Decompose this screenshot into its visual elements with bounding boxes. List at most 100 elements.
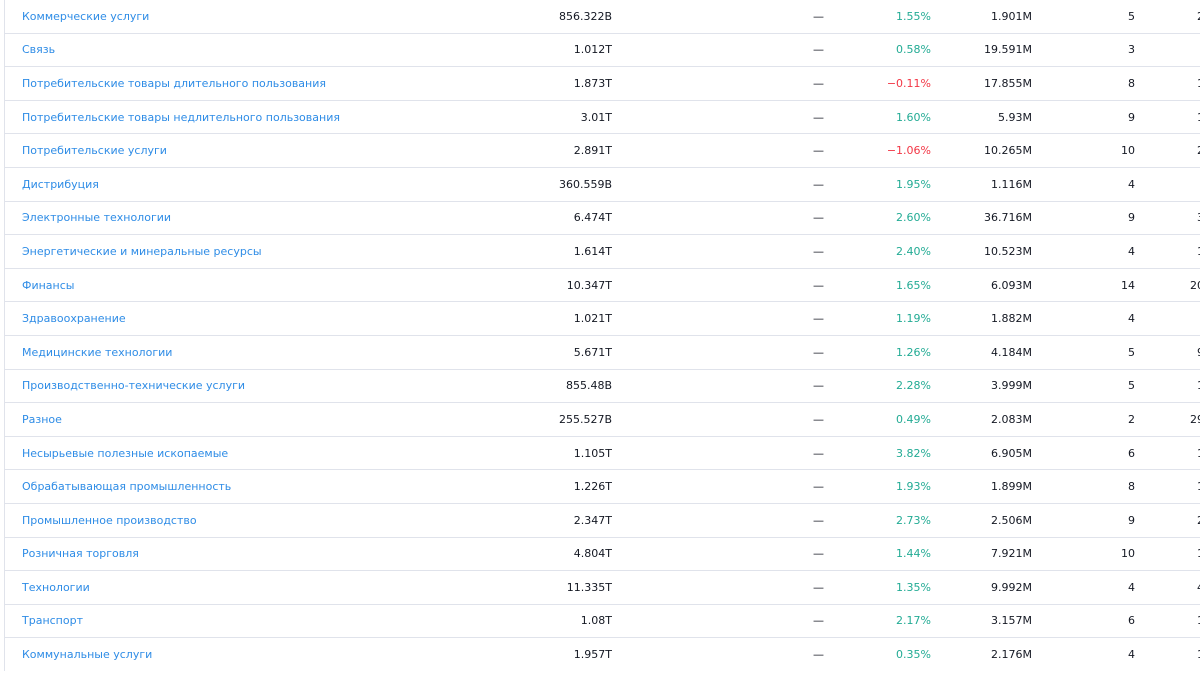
stocks-count-cell: 238 <box>1135 133 1200 168</box>
table-row: Коммерческие услуги 856.322B —1.55% 1.901M 5… <box>4 0 1200 34</box>
stocks-count-cell: 489 <box>1135 570 1200 605</box>
volume-cell: 9.992M <box>931 570 1032 605</box>
volume-cell: 17.855M <box>931 66 1032 101</box>
stocks-count-cell: 56 <box>1135 33 1200 68</box>
dividend-yield-cell: — <box>612 33 824 68</box>
table-row: Дистрибуция 360.559B—1.95%1.116M480 <box>4 167 1200 202</box>
industries-count-cell: 14 <box>1032 268 1135 303</box>
volume-cell: 2.506M <box>931 503 1032 538</box>
sector-name-link[interactable]: Обрабатывающая промышленность <box>22 480 231 493</box>
sector-name-link[interactable]: Потребительские товары длительного польз… <box>22 77 326 90</box>
sector-name-link[interactable]: Потребительские услуги <box>22 144 167 157</box>
sector-name-cell: Связь <box>4 33 542 68</box>
sector-name-cell: Разное <box>4 402 542 437</box>
table-row: Здравоохранение 1.021T—1.19%1.882M485 <box>4 301 1200 336</box>
market-cap-cell: 1.226T <box>542 469 612 504</box>
sector-name-cell: Дистрибуция <box>4 167 542 202</box>
market-cap-cell: 255.527B <box>542 402 612 437</box>
sector-name-cell: Обрабатывающая промышленность <box>4 469 542 504</box>
table-row: Обрабатывающая промышленность 1.226T —1.93… <box>4 469 1200 504</box>
table-row: Промышленное производство 2.347T —2.73% 2.5… <box>4 503 1200 538</box>
stocks-count-cell: 2936 <box>1135 402 1200 437</box>
sector-name-cell: Технологии <box>4 570 542 605</box>
industries-count-cell: 4 <box>1032 234 1135 269</box>
volume-cell: 3.157M <box>931 604 1032 639</box>
market-cap-cell: 4.804T <box>542 537 612 572</box>
sector-name-link[interactable]: Коммерческие услуги <box>22 10 149 23</box>
industries-count-cell: 10 <box>1032 537 1135 572</box>
sector-name-link[interactable]: Промышленное производство <box>22 514 197 527</box>
sector-name-link[interactable]: Несырьевые полезные ископаемые <box>22 447 228 460</box>
sector-name-cell: Потребительские товары длительного польз… <box>4 66 542 101</box>
sector-name-cell: Здравоохранение <box>4 301 542 336</box>
dividend-yield-cell: — <box>612 301 824 336</box>
sector-name-link[interactable]: Энергетические и минеральные ресурсы <box>22 245 262 258</box>
market-cap-cell: 3.01T <box>542 100 612 135</box>
dividend-yield-cell: — <box>612 604 824 639</box>
change-percent-cell: 2.73% <box>824 503 931 538</box>
table-row: Потребительские товары длительного польз… <box>4 66 1200 101</box>
sector-name-link[interactable]: Электронные технологии <box>22 211 171 224</box>
stocks-count-cell: 126 <box>1135 604 1200 639</box>
table-row: Транспорт 1.08T—2.17%3.157M6126 <box>4 604 1200 639</box>
stocks-count-cell: 216 <box>1135 0 1200 34</box>
sector-name-link[interactable]: Медицинские технологии <box>22 346 172 359</box>
sector-name-link[interactable]: Потребительские товары недлительного пол… <box>22 111 340 124</box>
stocks-count-cell: 271 <box>1135 503 1200 538</box>
sectors-table-body: Коммерческие услуги 856.322B —1.55% 1.901M 5… <box>4 0 1200 671</box>
stocks-count-cell: 326 <box>1135 201 1200 236</box>
market-cap-cell: 1.105T <box>542 436 612 471</box>
volume-cell: 7.921M <box>931 537 1032 572</box>
change-percent-cell: 1.44% <box>824 537 931 572</box>
table-row: Электронные технологии 6.474T —2.60% 36.716… <box>4 201 1200 236</box>
dividend-yield-cell: — <box>612 402 824 437</box>
sector-name-link[interactable]: Транспорт <box>22 614 83 627</box>
volume-cell: 3.999M <box>931 369 1032 404</box>
sector-name-link[interactable]: Разное <box>22 413 62 426</box>
table-row: Разное 255.527B—0.49%2.083M22936 <box>4 402 1200 437</box>
change-percent-cell: 3.82% <box>824 436 931 471</box>
dividend-yield-cell: — <box>612 570 824 605</box>
industries-count-cell: 4 <box>1032 167 1135 202</box>
dividend-yield-cell: — <box>612 133 824 168</box>
table-row: Производственно-технические услуги 855.48… <box>4 369 1200 404</box>
market-cap-cell: 5.671T <box>542 335 612 370</box>
industries-count-cell: 10 <box>1032 133 1135 168</box>
market-cap-cell: 1.08T <box>542 604 612 639</box>
sector-name-link[interactable]: Здравоохранение <box>22 312 126 325</box>
industries-count-cell: 4 <box>1032 570 1135 605</box>
stocks-count-cell: 2006 <box>1135 268 1200 303</box>
sector-name-link[interactable]: Связь <box>22 43 55 56</box>
dividend-yield-cell: — <box>612 268 824 303</box>
industries-count-cell: 8 <box>1032 469 1135 504</box>
dividend-yield-cell: — <box>612 436 824 471</box>
market-cap-cell: 2.891T <box>542 133 612 168</box>
industries-count-cell: 9 <box>1032 100 1135 135</box>
stocks-count-cell: 157 <box>1135 436 1200 471</box>
sector-name-cell: Потребительские товары недлительного пол… <box>4 100 542 135</box>
industries-count-cell: 4 <box>1128 648 1135 662</box>
change-percent-cell: −0.11% <box>824 66 931 101</box>
sector-name-link[interactable]: Производственно-технические услуги <box>22 379 245 392</box>
market-cap-cell: 1.873T <box>542 66 612 101</box>
change-percent-cell: 2.28% <box>824 369 931 404</box>
sector-name-link[interactable]: Коммунальные услуги <box>22 648 152 661</box>
table-row: Потребительские услуги 2.891T — −1.06% 10.26… <box>4 133 1200 168</box>
change-percent-cell: 1.60% <box>824 100 931 135</box>
dividend-yield-cell: — <box>612 469 824 504</box>
sector-name-cell: Финансы <box>4 268 542 303</box>
sector-name-link[interactable]: Розничная торговля <box>22 547 139 560</box>
sector-name-link[interactable]: Технологии <box>22 581 90 594</box>
market-cap-cell: 6.474T <box>542 201 612 236</box>
change-percent-cell: 1.65% <box>824 268 931 303</box>
sector-name-link[interactable]: Дистрибуция <box>22 178 99 191</box>
market-cap-cell: 855.48B <box>542 369 612 404</box>
sector-name-cell: Медицинские технологии <box>4 335 542 370</box>
industries-count-cell: 5 <box>1032 369 1135 404</box>
change-percent-cell: 1.26% <box>824 335 931 370</box>
sector-name-link[interactable]: Финансы <box>22 279 74 292</box>
industries-count-cell: 3 <box>1032 33 1135 68</box>
change-percent-cell: 1.19% <box>824 301 931 336</box>
dividend-yield-cell: — <box>612 335 824 370</box>
stocks-count-cell: 173 <box>1135 469 1200 504</box>
